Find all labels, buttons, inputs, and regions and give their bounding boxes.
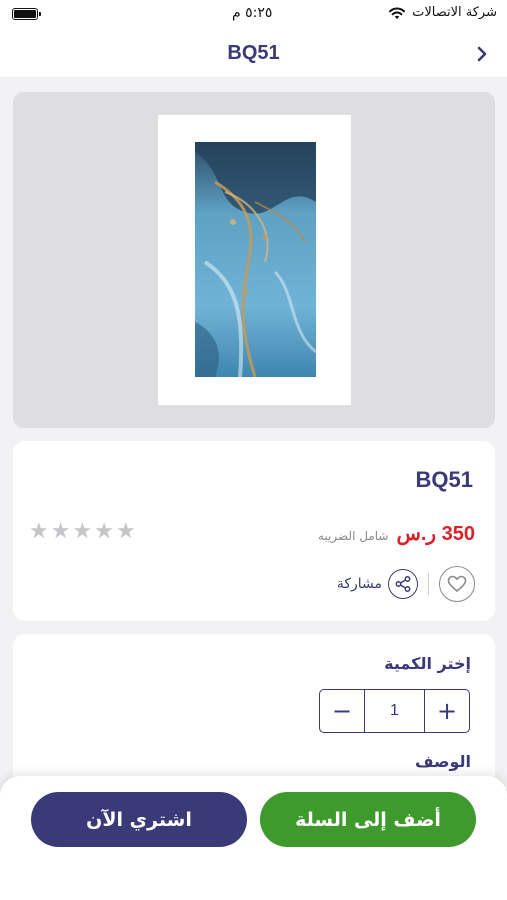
share-button[interactable]: مشاركة (337, 569, 418, 599)
status-bar: ٥:٢٥ م شركة الاتصالات (0, 0, 507, 30)
description-label: الوصف (414, 752, 471, 771)
product-name: BQ51 (415, 467, 473, 492)
divider (428, 573, 429, 595)
product-image (195, 142, 316, 377)
quantity-value[interactable]: 1 (364, 690, 425, 732)
price-row: 350 ر.س شامل الضريبه (318, 521, 475, 546)
quantity-stepper: − 1 + (319, 689, 470, 733)
status-time: ٥:٢٥ م (232, 5, 273, 21)
add-to-cart-button[interactable]: أضف إلى السلة (260, 792, 476, 847)
nav-bar: BQ51 (0, 30, 507, 78)
quantity-label: إختر الكمية (384, 654, 471, 673)
carrier-name: شركة الاتصالات (412, 5, 497, 20)
star-icon: ★ (72, 519, 93, 544)
star-icon: ★ (94, 519, 114, 544)
product-actions: مشاركة (337, 566, 475, 602)
favorite-button[interactable] (439, 566, 475, 602)
artwork-frame (158, 115, 351, 405)
rating-stars: ★ ★ ★ ★ ★ (29, 521, 136, 543)
chevron-right-icon[interactable] (475, 44, 489, 64)
share-icon-circle (388, 569, 418, 599)
product-image-card[interactable] (13, 92, 495, 428)
buy-now-button[interactable]: اشتري الآن (31, 792, 247, 847)
increment-button[interactable]: + (425, 690, 469, 732)
battery-icon (12, 8, 41, 20)
star-icon: ★ (29, 519, 49, 544)
bottom-action-bar: أضف إلى السلة اشتري الآن (0, 776, 507, 900)
star-icon: ★ (115, 519, 136, 544)
price-amount: 350 ر.س (396, 523, 475, 545)
product-info-card: BQ51 350 ر.س شامل الضريبه ★ ★ ★ ★ ★ مشار… (13, 441, 495, 621)
wifi-icon (389, 6, 406, 19)
share-icon (395, 576, 411, 592)
star-icon: ★ (50, 519, 71, 544)
share-label: مشاركة (336, 576, 382, 592)
decrement-button[interactable]: − (320, 690, 364, 732)
page-title: BQ51 (227, 42, 280, 64)
carrier-info: شركة الاتصالات (388, 5, 497, 20)
heart-icon (447, 575, 467, 592)
price-tax-note: شامل الضريبه (317, 529, 389, 543)
